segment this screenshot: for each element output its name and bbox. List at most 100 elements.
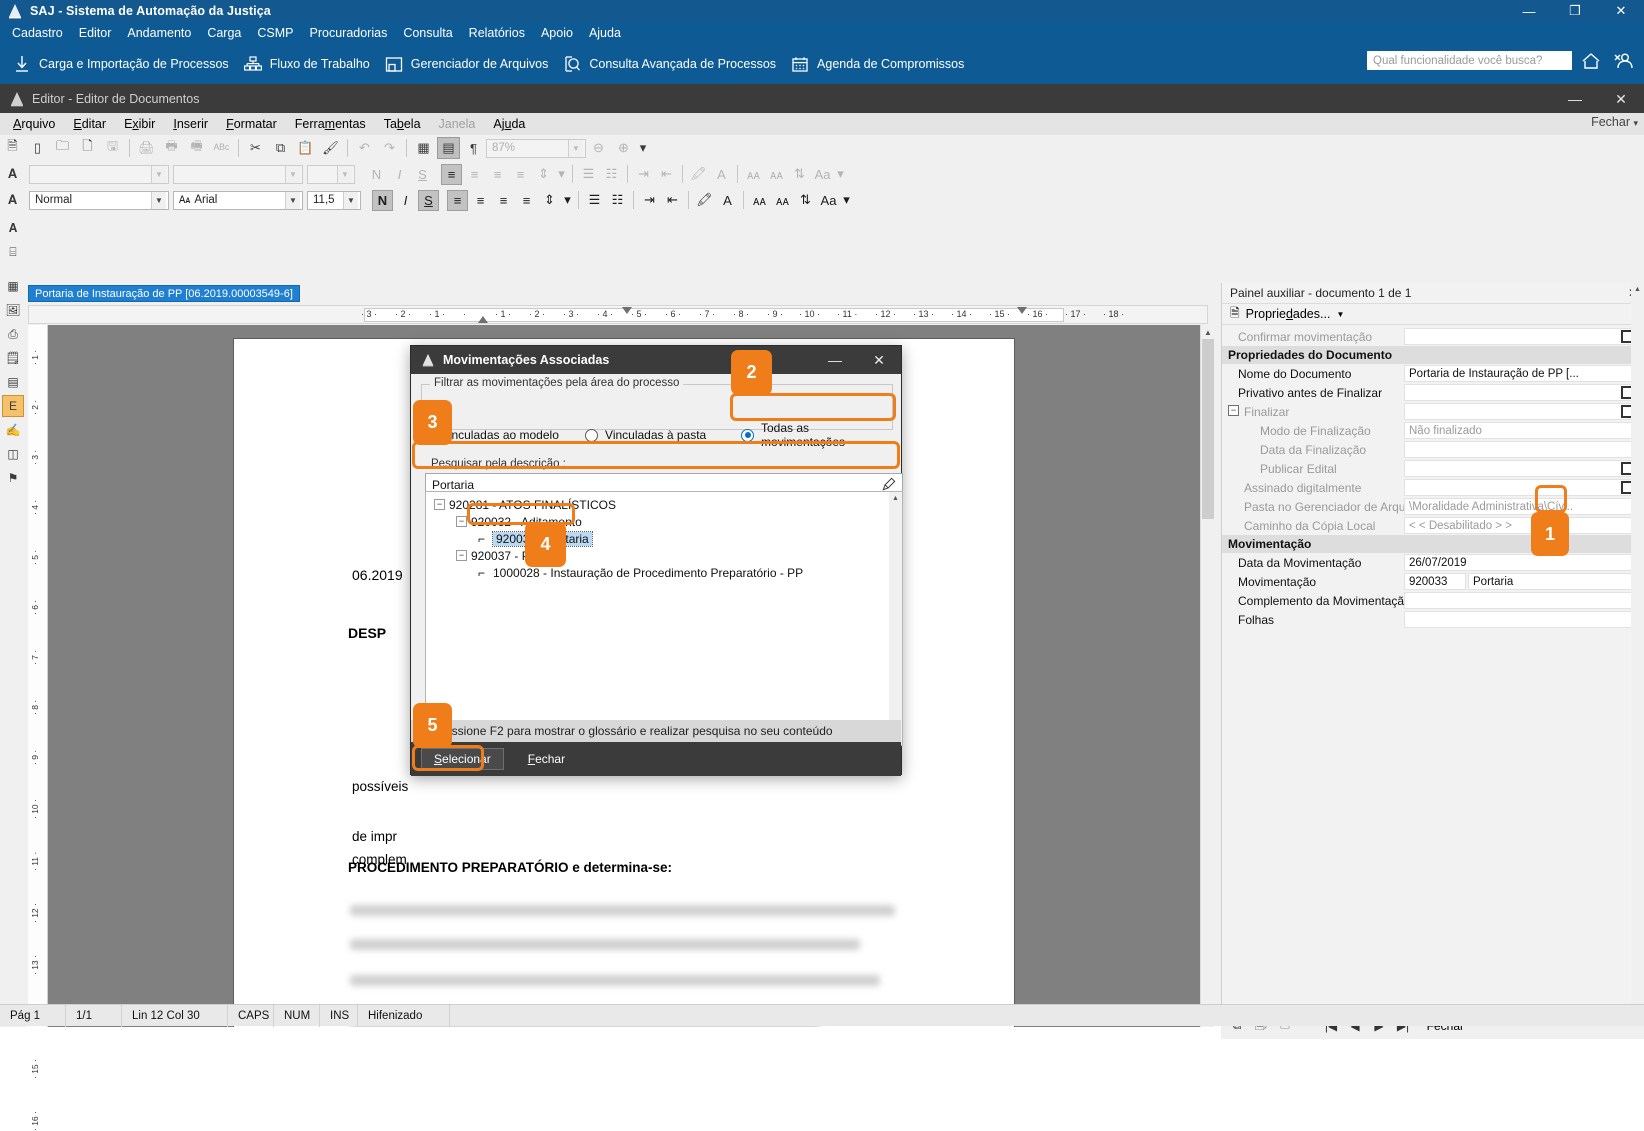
tree-node-920037[interactable]: − 920037 - Portaria <box>426 547 902 564</box>
insert-flag-tool-icon[interactable]: ⚑ <box>2 467 24 489</box>
menu-editor[interactable]: Editor <box>71 24 120 42</box>
blank-page-icon[interactable]: ▯ <box>26 137 49 159</box>
toolbar-overflow-icon[interactable]: ▾ <box>637 137 649 159</box>
menu-csmp[interactable]: CSMP <box>249 24 301 42</box>
align-center-button[interactable]: ≡ <box>470 190 491 211</box>
collapse-icon[interactable]: − <box>434 499 445 510</box>
editor-menu-formatar[interactable]: Formatar <box>217 115 286 133</box>
tree-node-1000028[interactable]: ⌐ 1000028 - Instauração de Procedimento … <box>426 564 902 581</box>
fechar-button[interactable]: Fechar <box>516 748 577 770</box>
property-row-data-movimentacao[interactable]: Data da Movimentação 26/07/2019 <box>1222 553 1644 572</box>
format-painter-icon[interactable]: 🖌 <box>319 137 342 159</box>
document-vertical-scrollbar[interactable]: ▲ ▼ <box>1200 325 1214 1027</box>
align-justify-button[interactable]: ≡ <box>516 190 537 211</box>
property-value[interactable]: 26/07/2019 <box>1404 554 1641 571</box>
scroll-up-arrow-icon[interactable]: ▲ <box>889 492 902 505</box>
insert-table-icon[interactable]: ▦ <box>412 137 435 159</box>
insert-note-tool-icon[interactable]: 🗒 <box>2 347 24 369</box>
horizontal-ruler[interactable]: · 3 · · 2 · · 1 · · · 1 · · 2 · · 3 · · … <box>28 305 1208 324</box>
editor-menu-exibir[interactable]: Exibir <box>115 115 164 133</box>
insert-table-tool-icon[interactable]: ▦ <box>2 275 24 297</box>
property-value[interactable] <box>1404 592 1641 609</box>
toolbar-fluxo-trabalho[interactable]: Fluxo de Trabalho <box>239 51 380 77</box>
open-template-icon[interactable]: 🗋 <box>76 137 99 159</box>
dialog-minimize-button[interactable]: — <box>813 346 857 374</box>
editor-fechar-link[interactable]: Fechar ▾ <box>1591 115 1638 129</box>
copy-icon[interactable]: ⧉ <box>269 137 292 159</box>
chevron-down-icon[interactable]: ▾ <box>562 190 573 211</box>
font-style-icon[interactable]: 𝐀 <box>1 189 24 211</box>
bullet-list-button[interactable]: ☰ <box>584 190 605 211</box>
editor-menu-ajuda[interactable]: Ajuda <box>484 115 534 133</box>
editor-menu-tabela[interactable]: Tabela <box>375 115 430 133</box>
property-row-movimentacao[interactable]: Movimentação 920033 Portaria <box>1222 572 1644 591</box>
align-left-button[interactable]: ≡ <box>447 190 468 211</box>
editor-minimize-button[interactable]: — <box>1552 85 1598 113</box>
saj-minimize-button[interactable]: — <box>1506 0 1552 22</box>
toolbar-consulta-avancada[interactable]: Consulta Avançada de Processos <box>558 51 786 77</box>
menu-apoio[interactable]: Apoio <box>533 24 581 42</box>
indent-decrease-button[interactable]: ⇤ <box>662 190 683 211</box>
property-row-complemento-movimentacao[interactable]: Complemento da Movimentação <box>1222 591 1644 610</box>
chevron-down-icon[interactable]: ▾ <box>841 190 852 211</box>
aux-panel-scrollbar[interactable]: ▲ ▼ <box>1631 283 1644 1027</box>
movimentacao-name-value[interactable]: Portaria <box>1468 573 1641 590</box>
cut-icon[interactable]: ✂ <box>244 137 267 159</box>
font-color-button[interactable]: A <box>717 190 738 211</box>
menu-relatorios[interactable]: Relatórios <box>461 24 533 42</box>
insert-block-tool-icon[interactable]: ▤ <box>2 371 24 393</box>
indent-increase-button[interactable]: ⇥ <box>639 190 660 211</box>
property-row-confirmar-movimentacao[interactable]: Confirmar movimentação <box>1222 327 1644 346</box>
scroll-up-arrow-icon[interactable]: ▲ <box>1631 283 1644 296</box>
radio-vinculadas-a-pasta[interactable]: Vinculadas à pasta <box>585 428 741 442</box>
menu-ajuda[interactable]: Ajuda <box>581 24 629 42</box>
property-row-finalizar[interactable]: − Finalizar <box>1222 402 1644 421</box>
toolbar-agenda-compromissos[interactable]: Agenda de Compromissos <box>786 51 974 77</box>
insert-image-tool-icon[interactable]: 🖼 <box>2 299 24 321</box>
document-tab[interactable]: Portaria de Instauração de PP [06.2019.0… <box>28 285 300 302</box>
property-row-privativo[interactable]: Privativo antes de Finalizar <box>1222 383 1644 402</box>
property-value[interactable]: Portaria de Instauração de PP [... <box>1404 365 1641 382</box>
insert-signature-tool-icon[interactable]: ✍ <box>2 419 24 441</box>
font-size-combo[interactable]: 11,5 ▼ <box>307 191 361 210</box>
text-tool-icon[interactable]: 𝐀 <box>2 217 24 239</box>
editor-menu-editar[interactable]: Editar <box>64 115 115 133</box>
property-value[interactable] <box>1404 328 1641 345</box>
paragraph-marks-icon[interactable]: ¶ <box>462 137 485 159</box>
bold-button[interactable]: N <box>372 190 393 211</box>
menu-cadastro[interactable]: Cadastro <box>4 24 71 42</box>
highlight-tool-icon[interactable]: E <box>2 395 24 417</box>
case-button[interactable]: Aa <box>818 190 839 211</box>
property-value[interactable] <box>1404 611 1641 628</box>
italic-button[interactable]: I <box>395 190 416 211</box>
insert-stamp-tool-icon[interactable]: ◫ <box>2 443 24 465</box>
movimentacoes-tree[interactable]: − 920281 - ATOS FINALÍSTICOS − 920032 - … <box>425 491 903 746</box>
menu-andamento[interactable]: Andamento <box>119 24 199 42</box>
font-family-combo[interactable]: 🗛 Arial ▼ <box>173 191 303 210</box>
lowercase-button[interactable]: ᴀᴀ <box>772 190 793 211</box>
saj-close-button[interactable]: ✕ <box>1598 0 1644 22</box>
tree-node-920033-selected[interactable]: ⌐ 920033 - Portaria <box>426 530 902 547</box>
search-input[interactable] <box>1367 51 1572 70</box>
property-row-folhas[interactable]: Folhas <box>1222 610 1644 629</box>
toolbar-gerenciador-arquivos[interactable]: Gerenciador de Arquivos <box>380 51 559 77</box>
home-icon[interactable] <box>1580 50 1602 72</box>
properties-button[interactable]: 🗎 Propriedades... ▼ <box>1222 303 1644 325</box>
user-account-icon[interactable] <box>1612 50 1634 72</box>
editor-menu-inserir[interactable]: Inserir <box>164 115 217 133</box>
saj-maximize-button[interactable]: ❐ <box>1552 0 1598 22</box>
toolbar-carga-importacao[interactable]: Carga e Importação de Processos <box>8 51 239 77</box>
menu-consulta[interactable]: Consulta <box>395 24 460 42</box>
field-tool-icon[interactable]: ⌸ <box>2 241 24 263</box>
page-layout-icon[interactable]: ▤ <box>437 137 460 159</box>
paste-icon[interactable]: 📋 <box>294 137 317 159</box>
collapse-icon[interactable]: − <box>456 550 467 561</box>
editor-close-button[interactable]: ✕ <box>1598 85 1644 113</box>
menu-procuradorias[interactable]: Procuradorias <box>302 24 396 42</box>
tree-vertical-scrollbar[interactable]: ▲ ▼ <box>889 492 902 745</box>
scrollbar-thumb[interactable] <box>1202 339 1214 519</box>
scroll-up-arrow-icon[interactable]: ▲ <box>1201 325 1215 339</box>
paragraph-style-combo[interactable]: Normal ▼ <box>29 191 169 210</box>
editor-menu-ferramentas[interactable]: Ferramentas <box>286 115 375 133</box>
zoom-combo[interactable]: 87% ▼ <box>486 139 586 158</box>
